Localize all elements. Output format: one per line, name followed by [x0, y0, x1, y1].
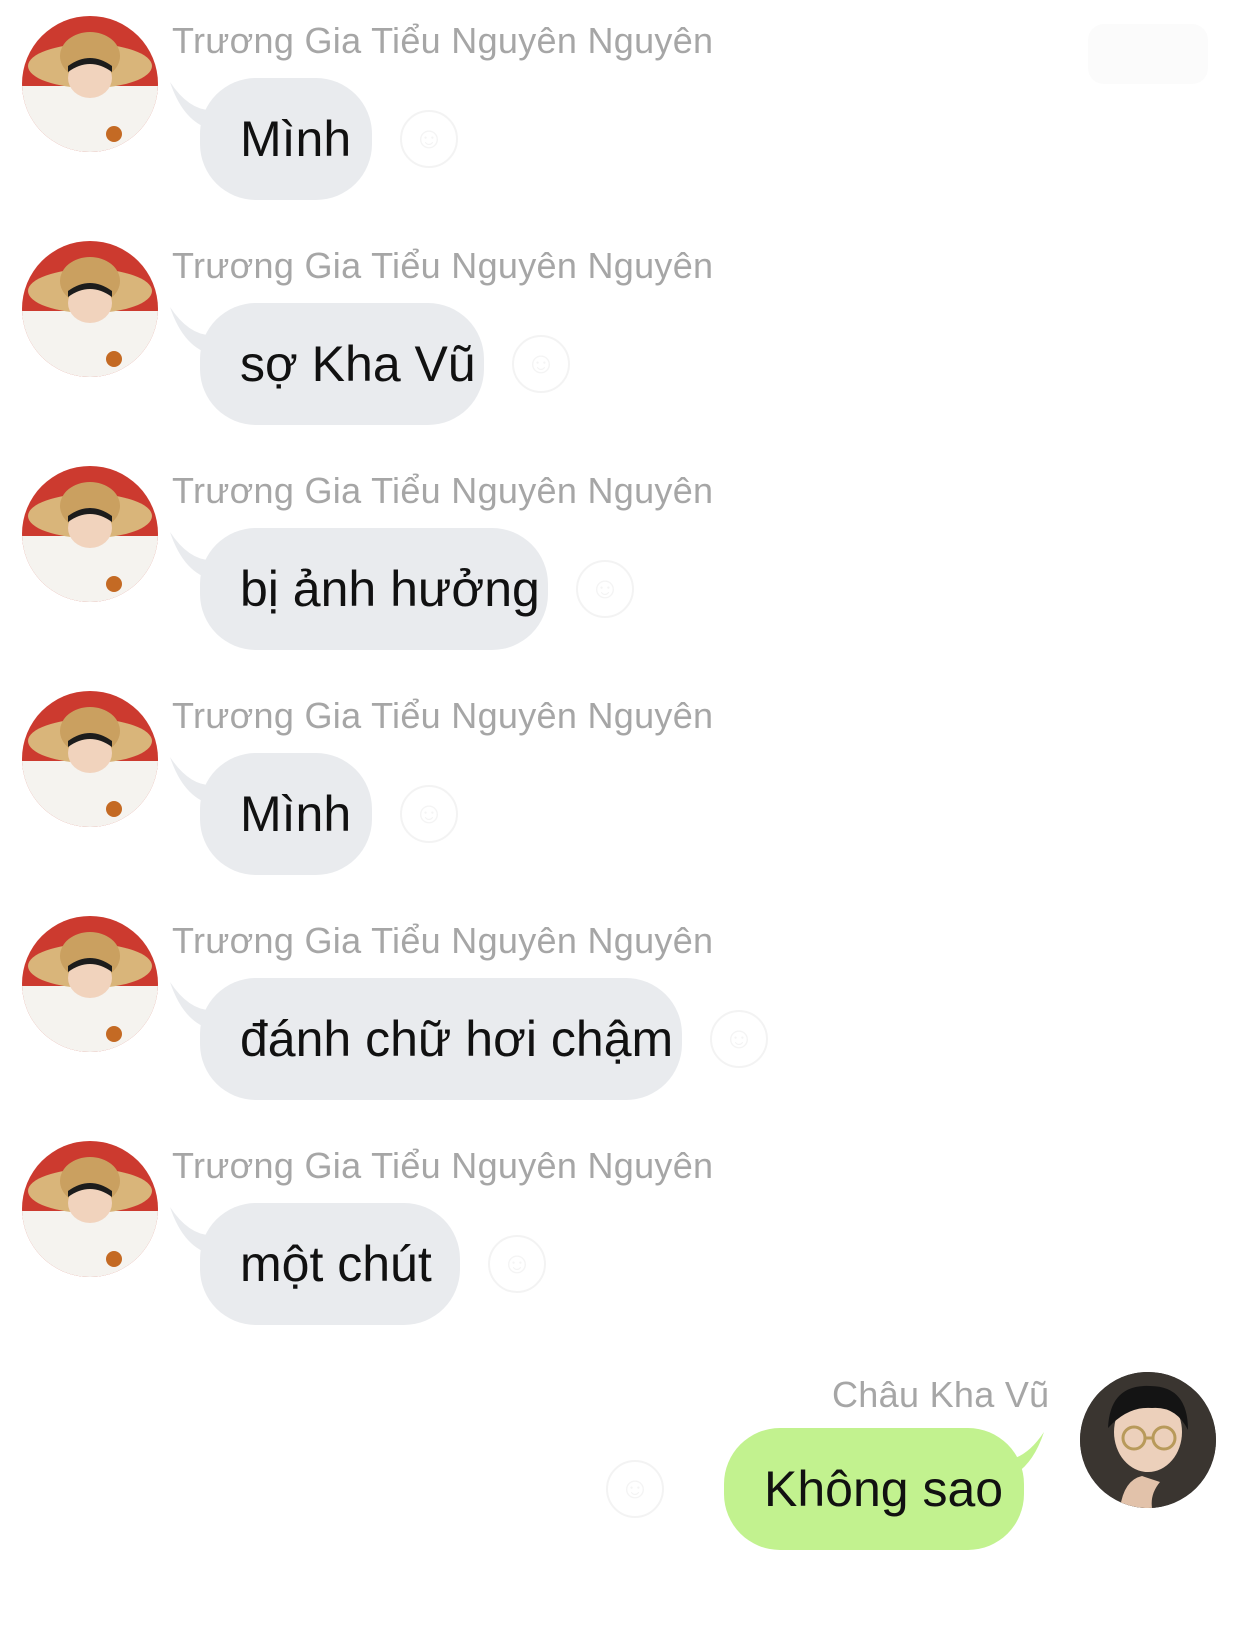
sender-name: Trương Gia Tiểu Nguyên Nguyên — [172, 470, 714, 511]
sender-name: Châu Kha Vũ — [832, 1374, 1050, 1415]
message-bubble[interactable]: Mình — [200, 753, 372, 875]
sender-name: Trương Gia Tiểu Nguyên Nguyên — [172, 20, 714, 61]
smiley-icon[interactable]: ☺ — [488, 1235, 546, 1293]
message-row-outgoing: Châu Kha Vũ Không sao ☺ — [0, 1360, 1242, 1638]
sender-name: Trương Gia Tiểu Nguyên Nguyên — [172, 920, 714, 961]
sender-avatar[interactable] — [22, 241, 158, 377]
smiley-icon[interactable]: ☺ — [400, 785, 458, 843]
sender-avatar[interactable] — [22, 16, 158, 152]
smiley-icon[interactable]: ☺ — [606, 1460, 664, 1518]
message-bubble[interactable]: một chút — [200, 1203, 460, 1325]
message-row: Trương Gia Tiểu Nguyên Nguyên đánh chữ h… — [0, 900, 1242, 1125]
message-row: Trương Gia Tiểu Nguyên Nguyên sợ Kha Vũ … — [0, 225, 1242, 450]
message-row: Trương Gia Tiểu Nguyên Nguyên một chút ☺ — [0, 1125, 1242, 1350]
sender-name: Trương Gia Tiểu Nguyên Nguyên — [172, 245, 714, 286]
sender-avatar[interactable] — [22, 1141, 158, 1277]
sender-avatar[interactable] — [22, 691, 158, 827]
message-row: Trương Gia Tiểu Nguyên Nguyên bị ảnh hưở… — [0, 450, 1242, 675]
sender-avatar[interactable] — [22, 916, 158, 1052]
smiley-icon[interactable]: ☺ — [576, 560, 634, 618]
message-bubble[interactable]: đánh chữ hơi chậm — [200, 978, 682, 1100]
message-bubble[interactable]: Mình — [200, 78, 372, 200]
message-row: Trương Gia Tiểu Nguyên Nguyên Mình ☺ — [0, 675, 1242, 900]
smiley-icon[interactable]: ☺ — [400, 110, 458, 168]
smiley-icon[interactable]: ☺ — [710, 1010, 768, 1068]
own-avatar[interactable] — [1080, 1372, 1216, 1508]
sender-name: Trương Gia Tiểu Nguyên Nguyên — [172, 695, 714, 736]
message-row: Trương Gia Tiểu Nguyên Nguyên Mình ☺ — [0, 0, 1242, 225]
message-bubble[interactable]: bị ảnh hưởng — [200, 528, 548, 650]
sender-avatar[interactable] — [22, 466, 158, 602]
message-bubble[interactable]: sợ Kha Vũ — [200, 303, 484, 425]
smiley-icon[interactable]: ☺ — [512, 335, 570, 393]
message-bubble[interactable]: Không sao — [724, 1428, 1024, 1550]
sender-name: Trương Gia Tiểu Nguyên Nguyên — [172, 1145, 714, 1186]
